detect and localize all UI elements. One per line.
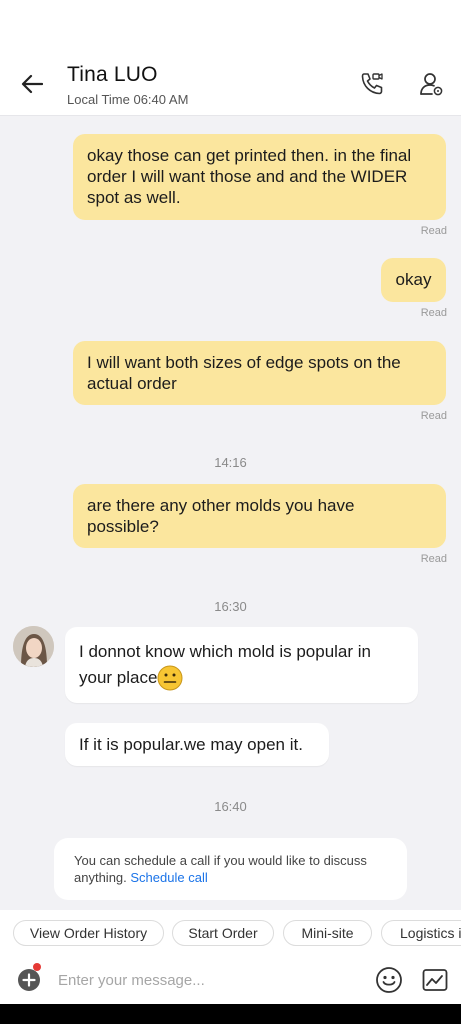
view-order-history-chip[interactable]: View Order History (13, 920, 164, 946)
outgoing-message: okay those can get printed then. in the … (73, 134, 446, 220)
status-bar (0, 0, 461, 52)
notice-text: You can schedule a call if you would lik… (74, 853, 367, 885)
image-icon (422, 969, 448, 991)
message-line: I will want both sizes of edge spots on … (87, 353, 401, 372)
message-line: I donnot know which mold is popular in (79, 642, 371, 661)
message-line: possible? (87, 517, 159, 536)
read-receipt: Read (420, 553, 447, 565)
message-input[interactable] (58, 968, 358, 992)
back-button[interactable] (18, 70, 46, 98)
avatar-image (13, 626, 54, 667)
message-composer (0, 958, 461, 1004)
mini-site-chip[interactable]: Mini-site (283, 920, 372, 946)
time-separator: 14:16 (214, 455, 247, 470)
read-receipt: Read (420, 307, 447, 319)
message-line: spot as well. (87, 188, 181, 207)
message-line: actual order (87, 374, 177, 393)
emoji-button[interactable] (375, 966, 403, 994)
user-settings-icon (420, 73, 443, 96)
contact-name: Tina LUO (67, 63, 158, 86)
outgoing-message: are there any other molds you have possi… (73, 484, 446, 548)
start-order-chip[interactable]: Start Order (172, 920, 274, 946)
message-line: order I will want those and and the WIDE… (87, 167, 408, 186)
read-receipt: Read (420, 225, 447, 237)
contact-local-time: Local Time 06:40 AM (67, 92, 189, 107)
schedule-call-notice: You can schedule a call if you would lik… (54, 838, 407, 900)
system-nav-bar (0, 1004, 461, 1024)
message-list[interactable]: okay those can get printed then. in the … (0, 117, 461, 910)
notification-dot (33, 963, 41, 971)
add-attachment-button[interactable] (17, 968, 41, 992)
outgoing-message: okay (381, 258, 446, 302)
incoming-message: If it is popular.we may open it. (65, 723, 329, 766)
read-receipt: Read (420, 410, 447, 422)
smiley-icon (376, 967, 402, 993)
chat-header: Tina LUO Local Time 06:40 AM (0, 52, 461, 116)
contact-profile-button[interactable] (417, 70, 445, 98)
quick-actions-bar[interactable]: View Order History Start Order Mini-site… (0, 910, 461, 958)
message-line: your place (79, 665, 404, 691)
video-call-icon (361, 73, 383, 95)
message-line: okay those can get printed then. in the … (87, 146, 412, 165)
message-text: your place (79, 668, 158, 687)
time-separator: 16:30 (214, 599, 247, 614)
contact-avatar[interactable] (13, 626, 54, 667)
plus-circle-icon (18, 969, 40, 991)
confused-emoji-icon (157, 665, 183, 691)
logistics-chip[interactable]: Logistics i (381, 920, 461, 946)
message-text: If it is popular.we may open it. (79, 735, 303, 754)
arrow-left-icon (21, 74, 43, 94)
time-separator: 16:40 (214, 799, 247, 814)
schedule-call-link[interactable]: Schedule call (130, 870, 207, 885)
message-text: okay (395, 270, 432, 289)
outgoing-message: I will want both sizes of edge spots on … (73, 341, 446, 405)
message-line: are there any other molds you have (87, 496, 355, 515)
incoming-message: I donnot know which mold is popular in y… (65, 627, 418, 703)
image-button[interactable] (421, 966, 449, 994)
call-button[interactable] (358, 70, 386, 98)
